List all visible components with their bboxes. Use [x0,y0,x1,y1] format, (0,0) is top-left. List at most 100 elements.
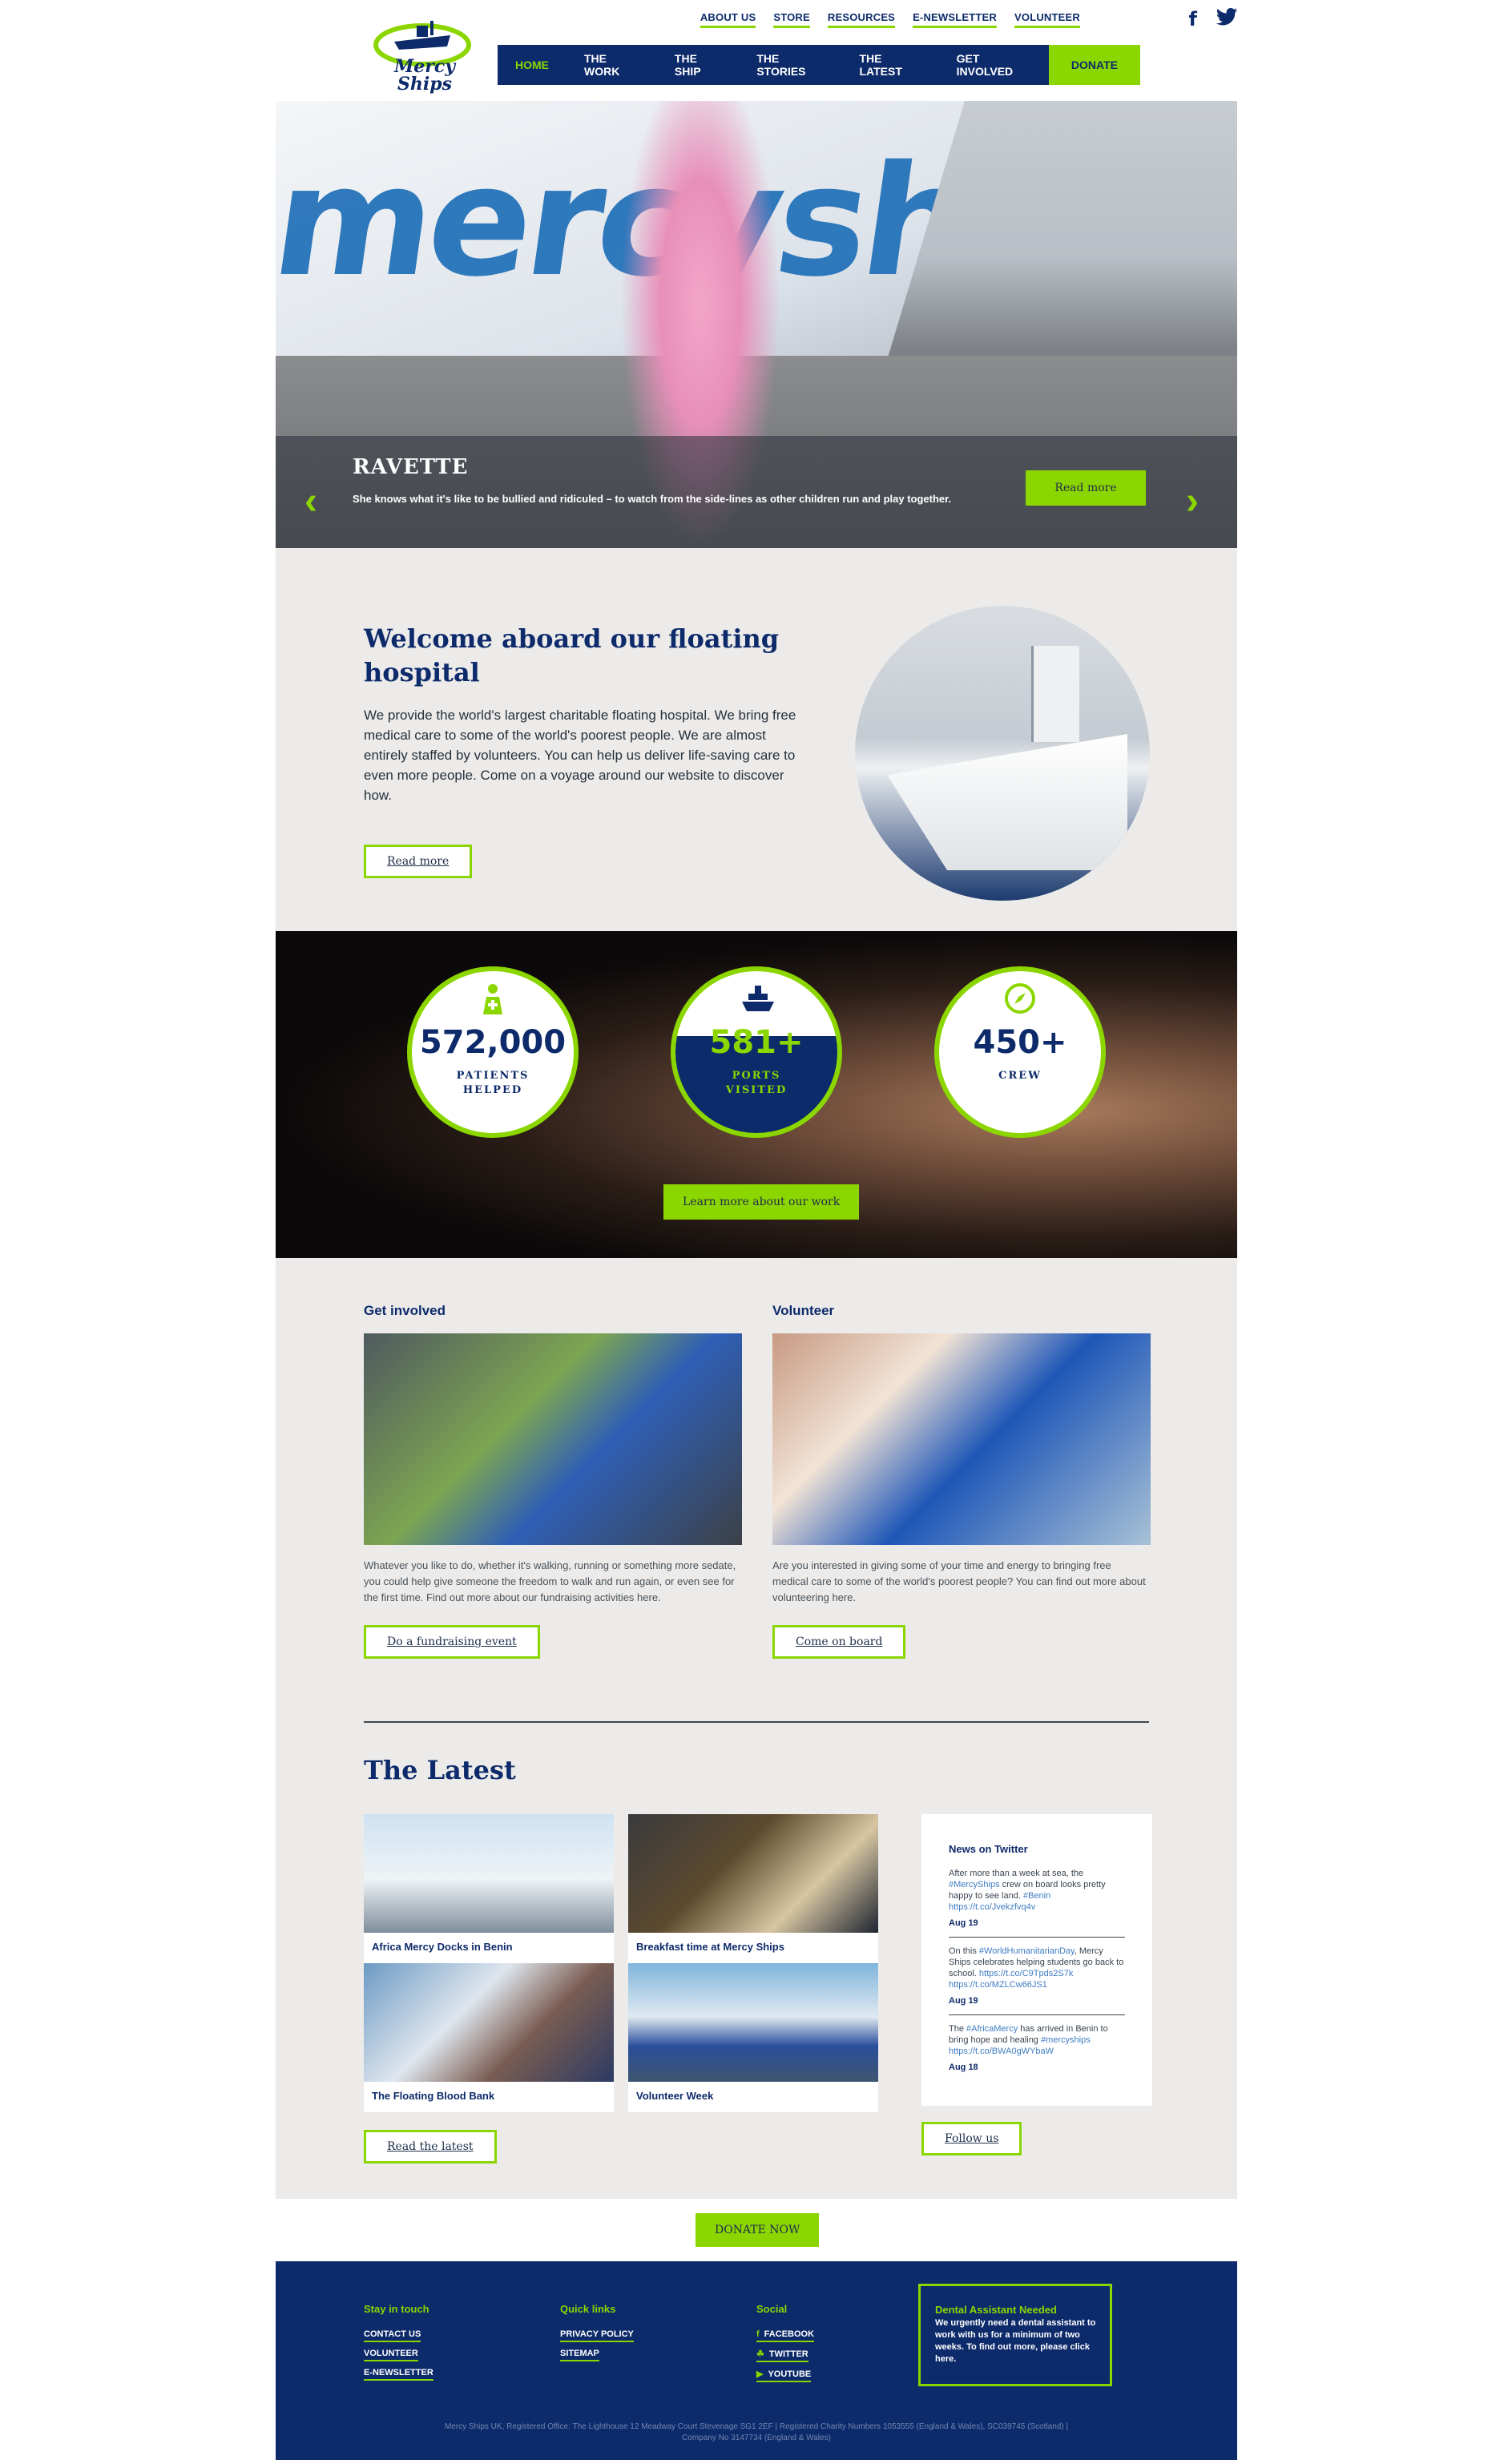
topnav-about-us[interactable]: ABOUT US [700,11,756,28]
news-caption: Breakfast time at Mercy Ships [636,1941,784,1953]
tweet: After more than a week at sea, the #Merc… [949,1868,1125,1938]
topnav-e-newsletter[interactable]: E-NEWSLETTER [913,11,998,28]
footer-social: Social f FACEBOOK ☘ TWITTER ▶ YOUTUBE [756,2303,815,2389]
chevron-left-icon[interactable]: ‹ [304,482,317,521]
facebook-icon[interactable]: f [1189,8,1197,30]
alert-body: We urgently need a dental assistant to w… [935,2318,1096,2364]
come-on-board-button[interactable]: Come on board [772,1625,906,1659]
header-social: f [1189,8,1237,30]
nav-the-latest[interactable]: THE LATEST [841,45,938,85]
stat-patients-label: PATIENTS HELPED [456,1070,530,1096]
ship-superstructure [1031,646,1079,742]
footer-link-twitter[interactable]: ☘ TWITTER [756,2349,808,2362]
footer-link-youtube[interactable]: ▶ YOUTUBE [756,2369,812,2382]
footer-link-privacy-policy[interactable]: PRIVACY POLICY [560,2329,634,2342]
topnav-resources[interactable]: RESOURCES [827,11,896,28]
nav-get-involved[interactable]: GET INVOLVED [939,45,1049,85]
volunteer-column: Volunteer Are you interested in giving s… [772,1303,1151,1659]
twitter-feed-title: News on Twitter [949,1843,1028,1855]
stat-crew: 450+ CREW [934,966,1106,1138]
tweet-link[interactable]: https://t.co/BWA0gWYbaW [949,2047,1054,2056]
news-card[interactable]: Volunteer Week [628,1963,878,2112]
welcome-body: We provide the world's largest charitabl… [364,708,796,803]
read-the-latest-button[interactable]: Read the latest [364,2130,497,2164]
involve-section: Get involved Whatever you like to do, wh… [276,1258,1237,2199]
follow-us-button[interactable]: Follow us [921,2122,1022,2156]
nav-the-ship[interactable]: THE SHIP [657,45,739,85]
ship-photo-circle [855,606,1150,901]
tweet-link[interactable]: https://t.co/Jvekzfvq4v [949,1902,1035,1912]
footer-link-facebook[interactable]: f FACEBOOK [756,2329,815,2342]
section-divider [364,1721,1149,1723]
tweet-hashtag[interactable]: #WorldHumanitarianDay [979,1946,1075,1956]
tweet-hashtag[interactable]: #AfricaMercy [966,2024,1018,2034]
footer-heading: Quick links [560,2303,616,2315]
twitter-feed: News on Twitter After more than a week a… [921,1814,1152,2106]
hero-read-more-button[interactable]: Read more [1026,470,1146,506]
footer-link-e-newsletter[interactable]: E-NEWSLETTER [364,2368,433,2381]
tweet-link[interactable]: https://t.co/C9Tpds2S7k [979,1969,1073,1978]
ship-hull [887,734,1127,870]
footer-link-sitemap[interactable]: SITEMAP [560,2349,599,2361]
nav-donate-button[interactable]: DONATE [1048,45,1140,85]
site-footer: Stay in touch CONTACT US VOLUNTEER E-NEW… [276,2261,1237,2460]
nav-the-stories[interactable]: THE STORIES [739,45,841,85]
fundraising-event-button[interactable]: Do a fundraising event [364,1625,540,1659]
volunteer-image[interactable] [772,1333,1151,1545]
ship-icon [740,982,774,1014]
stat-ports-label: PORTS VISITED [725,1070,788,1096]
facebook-icon: f [756,2329,760,2339]
tweet-hashtag[interactable]: #MercyShips [949,1880,1000,1889]
stat-patients: 572,000 PATIENTS HELPED [407,966,579,1138]
twitter-icon: ☘ [756,2349,764,2359]
news-card[interactable]: Breakfast time at Mercy Ships [628,1814,878,1963]
news-caption: The Floating Blood Bank [372,2090,495,2102]
news-thumb [628,1963,878,2082]
news-thumb [364,1814,614,1933]
footer-quick-links: Quick links PRIVACY POLICY SITEMAP [560,2303,634,2368]
hero-title: RAVETTE [353,455,469,479]
tweet-link[interactable]: https://t.co/MZLCw66JS1 [949,1980,1047,1990]
tweet-date: Aug 19 [949,1996,978,2006]
news-caption: Africa Mercy Docks in Benin [372,1941,513,1953]
learn-more-work-button[interactable]: Learn more about our work [663,1184,860,1220]
medic-icon [477,982,509,1014]
hero-description: She knows what it's like to be bullied a… [353,493,952,505]
news-card[interactable]: The Floating Blood Bank [364,1963,614,2112]
volunteer-title: Volunteer [772,1303,835,1318]
chevron-right-icon[interactable]: › [1186,482,1199,521]
site-header: Mercy Ships ABOUT US STORE RESOURCES E-N… [276,0,1237,101]
twitter-icon[interactable] [1216,8,1237,30]
get-involved-title: Get involved [364,1303,446,1318]
tweet-hashtag[interactable]: #mercyships [1041,2035,1091,2045]
stat-crew-label: CREW [998,1070,1042,1082]
stat-ports: 581+ PORTS VISITED [671,966,842,1138]
main-nav: HOME THE WORK THE SHIP THE STORIES THE L… [498,45,1140,85]
welcome-read-more-button[interactable]: Read more [364,845,473,878]
stat-ports-value: 581+ [709,1024,804,1061]
footer-stay-in-touch: Stay in touch CONTACT US VOLUNTEER E-NEW… [364,2303,433,2387]
dental-assistant-alert[interactable]: Dental Assistant Needed We urgently need… [918,2284,1112,2386]
hero-carousel: mercyships.org RAVETTE She knows what it… [276,101,1237,548]
news-thumb [364,1963,614,2082]
footer-heading: Social [756,2303,788,2315]
footer-link-contact-us[interactable]: CONTACT US [364,2329,421,2342]
stat-crew-value: 450+ [973,1024,1067,1061]
stat-patients-value: 572,000 [419,1024,566,1061]
tweet-date: Aug 19 [949,1918,978,1928]
footer-link-volunteer[interactable]: VOLUNTEER [364,2349,418,2361]
nav-the-work[interactable]: THE WORK [566,45,657,85]
mercy-ships-logo[interactable]: Mercy Ships [370,14,474,95]
logo-text: Mercy Ships [393,56,456,95]
cyclists-image[interactable] [364,1333,742,1545]
topnav-store[interactable]: STORE [773,11,810,28]
utility-nav: ABOUT US STORE RESOURCES E-NEWSLETTER VO… [700,11,1080,28]
tweet: On this #WorldHumanitarianDay, Mercy Shi… [949,1946,1125,2015]
get-involved-column: Get involved Whatever you like to do, wh… [364,1303,742,1659]
topnav-volunteer[interactable]: VOLUNTEER [1014,11,1080,28]
stats-section: 572,000 PATIENTS HELPED 581+ PORTS VISIT… [276,931,1237,1258]
donate-now-button[interactable]: DONATE NOW [696,2213,820,2247]
news-card[interactable]: Africa Mercy Docks in Benin [364,1814,614,1963]
nav-home[interactable]: HOME [498,45,566,85]
tweet-hashtag[interactable]: #Benin [1023,1891,1050,1901]
